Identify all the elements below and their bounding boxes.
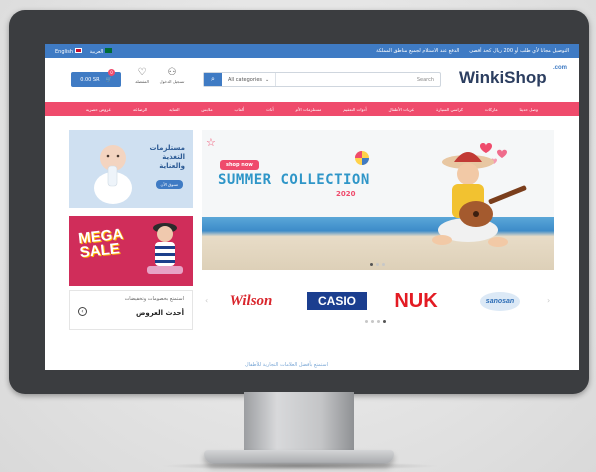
site-header: 0.00 SR 🛒 0 ♡ المفضلة ⚇ تسجيل الدخول ⌕ A… bbox=[45, 58, 579, 102]
mega-sale-heading: MEGA SALE bbox=[77, 225, 124, 262]
brands-prev-arrow[interactable]: ‹ bbox=[205, 296, 208, 305]
promo-cod: الدفع عند الاستلام لجميع مناطق المملكة bbox=[376, 48, 460, 54]
brands-dot[interactable] bbox=[383, 320, 386, 323]
user-icon: ⚇ bbox=[167, 67, 177, 78]
girl-image bbox=[147, 223, 183, 274]
chevron-down-icon: ⌄ bbox=[265, 76, 270, 83]
nav-item[interactable]: الرضاعة bbox=[133, 107, 147, 112]
nav-item[interactable]: وصل حديثا bbox=[519, 107, 538, 112]
category-nav: عروض حصرية الرضاعة العناية ملابس ألعاب أ… bbox=[45, 102, 579, 116]
logo-suffix: .com bbox=[552, 65, 567, 71]
banner-title: SUMMER COLLECTION bbox=[218, 172, 370, 188]
nav-item[interactable]: العناية bbox=[169, 107, 179, 112]
brand-logo-sanosan[interactable]: sanosan bbox=[469, 288, 531, 314]
beach-ball-icon bbox=[355, 151, 369, 165]
saudi-flag-icon bbox=[104, 47, 112, 53]
category-select[interactable]: All categories ⌄ bbox=[222, 73, 277, 86]
top-announcement-bar: English العربية الدفع عند الاستلام لجميع… bbox=[45, 44, 579, 58]
baby-image bbox=[94, 145, 132, 204]
latest-offers-tile[interactable]: استمتع بخصومات وتخفيضات أحدث العروض ‹ bbox=[69, 290, 193, 330]
promo-free-shipping: التوصيل مجانا لأي طلب أو 200 ريال كحد أق… bbox=[469, 48, 569, 54]
nav-item[interactable]: ماركات bbox=[485, 107, 498, 112]
monitor-stand-neck bbox=[244, 392, 354, 454]
nav-item[interactable]: عروض حصرية bbox=[86, 107, 111, 112]
monitor-bezel: English العربية الدفع عند الاستلام لجميع… bbox=[9, 10, 589, 394]
uk-flag-icon bbox=[74, 47, 82, 53]
top-promo-messages: الدفع عند الاستلام لجميع مناطق المملكة ا… bbox=[376, 48, 569, 54]
brands-next-arrow[interactable]: › bbox=[547, 296, 550, 305]
cart-button[interactable]: 0.00 SR 🛒 0 bbox=[71, 69, 121, 87]
hero-banner[interactable]: ☆ shop now SUMMER COLLECTION 2020 bbox=[202, 130, 554, 270]
search-bar: ⌕ All categories ⌄ Search bbox=[203, 72, 441, 87]
heart-icon: ♡ bbox=[137, 67, 147, 78]
language-switcher: English العربية bbox=[55, 47, 112, 55]
cart-total: 0.00 SR bbox=[80, 76, 100, 83]
shop-now-pill[interactable]: تسوق الآن bbox=[155, 180, 183, 189]
lang-arabic[interactable]: العربية bbox=[90, 47, 112, 55]
search-icon: ⌕ bbox=[211, 75, 215, 83]
banner-dot[interactable] bbox=[382, 263, 385, 266]
stand-shadow bbox=[160, 462, 440, 470]
brand-logo-casio[interactable]: CASIO bbox=[307, 292, 367, 310]
feeding-care-promo-tile[interactable]: مستلزمات التغذية والعناية تسوق الآن bbox=[69, 130, 193, 208]
brands-dot[interactable] bbox=[377, 320, 380, 323]
nav-item[interactable]: أدوات التعقيم bbox=[343, 107, 366, 112]
wishlist-link[interactable]: ♡ المفضلة bbox=[129, 67, 155, 91]
brand-logo-nuk[interactable]: NUK bbox=[385, 288, 447, 314]
banner-year: 2020 bbox=[336, 190, 356, 198]
mega-sale-promo-tile[interactable]: MEGA SALE bbox=[69, 216, 193, 286]
wishlist-label: المفضلة bbox=[135, 79, 149, 84]
nav-item[interactable]: أثاث bbox=[266, 107, 274, 112]
latest-offers-subtitle: استمتع بخصومات وتخفيضات bbox=[124, 296, 184, 302]
feeding-care-heading: مستلزمات التغذية والعناية bbox=[149, 144, 185, 170]
account-link[interactable]: ⚇ تسجيل الدخول bbox=[159, 67, 185, 91]
cart-icon: 🛒 bbox=[105, 76, 112, 83]
nav-item[interactable]: مستلزمات الأم bbox=[296, 107, 322, 112]
site-logo[interactable]: WinkiShop .com bbox=[459, 65, 569, 94]
nav-item[interactable]: ملابس bbox=[201, 107, 212, 112]
cart-count-badge: 0 bbox=[108, 69, 115, 76]
nav-item[interactable]: عربات الأطفال bbox=[389, 107, 415, 112]
latest-offers-title: أحدث العروض bbox=[135, 309, 184, 317]
nav-item[interactable]: ألعاب bbox=[235, 107, 245, 112]
lang-english[interactable]: English bbox=[55, 47, 82, 55]
banner-dot[interactable] bbox=[370, 263, 373, 266]
website-screen: English العربية الدفع عند الاستلام لجميع… bbox=[45, 44, 579, 370]
nav-item[interactable]: كراسي السيارة bbox=[436, 107, 463, 112]
star-outline-icon: ☆ bbox=[206, 136, 216, 149]
arrow-left-icon[interactable]: ‹ bbox=[78, 307, 87, 316]
account-label: تسجيل الدخول bbox=[159, 79, 185, 84]
brands-dot[interactable] bbox=[365, 320, 368, 323]
banner-dot[interactable] bbox=[376, 263, 379, 266]
search-button[interactable]: ⌕ bbox=[204, 73, 222, 86]
brand-logo-wilson[interactable]: Wilson bbox=[215, 288, 287, 314]
banner-pagination bbox=[370, 263, 385, 266]
section-teaser-text: استمتع بأفضل العلامات التجارية للأطفال bbox=[245, 362, 328, 368]
banner-shop-now-button[interactable]: shop now bbox=[220, 160, 259, 170]
child-with-guitar-image bbox=[432, 152, 527, 247]
brands-dot[interactable] bbox=[371, 320, 374, 323]
brands-pagination bbox=[365, 320, 386, 323]
search-input[interactable]: Search bbox=[276, 77, 440, 83]
